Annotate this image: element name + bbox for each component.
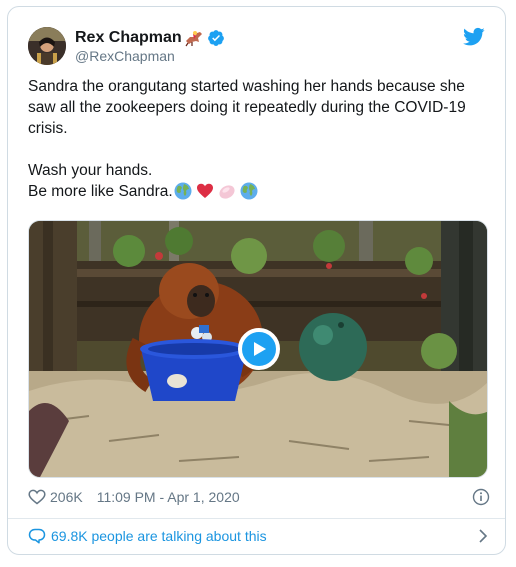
globe-icon bbox=[240, 182, 260, 202]
tweet-card[interactable]: Rex Chapman @RexChapman Sandra the orang… bbox=[7, 6, 506, 555]
conversation-text[interactable]: 69.8K people are talking about this bbox=[51, 528, 267, 544]
tweet-text: Sandra the orangutang started washing he… bbox=[28, 76, 490, 202]
author-handle[interactable]: @RexChapman bbox=[75, 48, 175, 64]
red-heart-icon bbox=[196, 182, 216, 202]
speech-bubble-icon bbox=[28, 528, 46, 544]
timestamp[interactable]: 11:09 PM - Apr 1, 2020 bbox=[97, 489, 240, 505]
verified-badge-icon bbox=[207, 29, 225, 47]
twitter-bird-icon[interactable] bbox=[463, 27, 485, 47]
tweet-line-sandra: Be more like Sandra. bbox=[28, 183, 173, 200]
video-player[interactable] bbox=[28, 220, 488, 478]
divider bbox=[8, 518, 505, 519]
globe-icon bbox=[174, 182, 194, 202]
tweet-body: Sandra the orangutang started washing he… bbox=[28, 78, 466, 137]
tweet-line-wash: Wash your hands. bbox=[28, 162, 153, 179]
play-button[interactable] bbox=[238, 328, 280, 370]
horse-racing-icon bbox=[184, 29, 204, 47]
soap-icon bbox=[218, 182, 238, 202]
avatar[interactable] bbox=[28, 27, 66, 65]
like-count[interactable]: 206K bbox=[50, 489, 83, 505]
play-icon bbox=[254, 342, 266, 356]
heart-icon[interactable] bbox=[28, 489, 46, 505]
info-icon[interactable] bbox=[472, 488, 490, 506]
tweet-footer: 206K 11:09 PM - Apr 1, 2020 bbox=[28, 487, 490, 507]
conversation-link[interactable]: 69.8K people are talking about this bbox=[28, 526, 490, 546]
chevron-right-icon[interactable] bbox=[476, 528, 490, 544]
author-name[interactable]: Rex Chapman bbox=[75, 29, 182, 47]
